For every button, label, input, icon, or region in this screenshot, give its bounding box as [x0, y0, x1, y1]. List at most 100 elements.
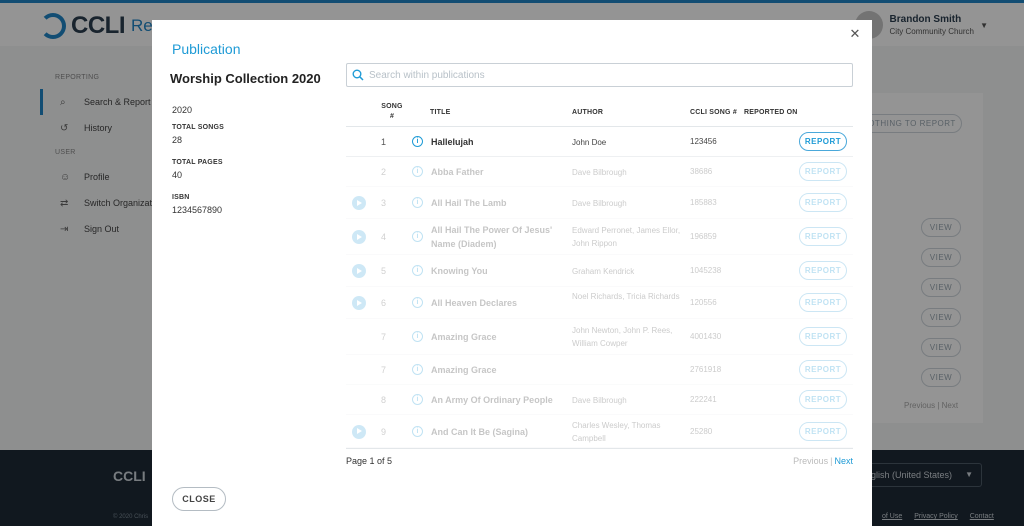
pager-divider	[346, 448, 853, 449]
page-info: Page 1 of 5	[346, 456, 393, 466]
report-button[interactable]: REPORT	[799, 293, 847, 312]
ccli-song-number: 4001430	[690, 332, 722, 341]
song-author: Dave Bilbrough	[572, 199, 627, 208]
song-title: All Hail The Lamb	[431, 198, 507, 208]
song-number: 2	[381, 167, 387, 177]
info-icon[interactable]: i	[412, 166, 423, 177]
song-number: 8	[381, 395, 387, 405]
info-icon[interactable]: i	[412, 265, 423, 276]
table-row: 1 i Hallelujah John Doe 123456 REPORT	[346, 127, 853, 157]
report-button[interactable]: REPORT	[799, 327, 847, 346]
table-row: 6 i All Heaven Declares Noel Richards, Tric…	[346, 287, 853, 319]
info-icon[interactable]: i	[412, 136, 423, 147]
ccli-song-number: 120556	[690, 298, 717, 307]
total-songs: TOTAL SONGS 28	[172, 124, 312, 145]
info-icon[interactable]: i	[412, 297, 423, 308]
info-icon[interactable]: i	[412, 364, 423, 375]
column-header-author: AUTHOR	[572, 109, 604, 116]
column-header-song-num: SONG #	[381, 103, 403, 120]
song-author: Graham Kendrick	[572, 267, 635, 276]
info-icon[interactable]: i	[412, 231, 423, 242]
isbn-label: ISBN	[172, 194, 190, 201]
search-box	[346, 63, 853, 87]
total-pages: TOTAL PAGES 40	[172, 159, 312, 180]
ccli-song-number: 25280	[690, 426, 713, 436]
play-icon[interactable]	[352, 230, 366, 244]
song-author: Noel Richards, Tricia Richards	[572, 292, 680, 301]
publication-year: 2020	[172, 101, 312, 115]
total-songs-value: 28	[172, 135, 183, 145]
song-number: 7	[381, 332, 387, 342]
song-author: John Newton, John P. Rees, William Cowpe…	[572, 326, 673, 348]
ccli-song-number: 222241	[690, 395, 717, 404]
total-songs-label: TOTAL SONGS	[172, 124, 224, 131]
song-title: Knowing You	[431, 266, 488, 276]
year-value: 2020	[172, 105, 193, 115]
table-row: 5 i Knowing You Graham Kendrick 1045238 REPOR…	[346, 255, 853, 287]
pager-separator: |	[830, 456, 833, 466]
play-icon[interactable]	[352, 296, 366, 310]
ccli-song-number: 196859	[690, 232, 717, 241]
report-button[interactable]: REPORT	[799, 390, 847, 409]
ccli-song-number: 185883	[690, 198, 717, 207]
report-button[interactable]: REPORT	[799, 162, 847, 181]
search-icon	[352, 69, 364, 81]
song-author: Charles Wesley, Thomas Campbell	[572, 420, 661, 443]
play-icon[interactable]	[352, 424, 366, 439]
song-number: 7	[381, 365, 387, 375]
publication-name: Worship Collection 2020	[170, 71, 321, 86]
previous-link[interactable]: Previous	[793, 456, 828, 466]
song-author: Edward Perronet, James Ellor, John Rippo…	[572, 226, 681, 248]
pager: Previous | Next	[793, 456, 853, 466]
isbn-value: 1234567890	[172, 205, 223, 215]
column-header-title: TITLE	[430, 109, 451, 116]
song-title: An Army Of Ordinary People	[431, 395, 553, 405]
ccli-song-number: 123456	[690, 137, 717, 146]
modal-title: Publication	[172, 41, 241, 57]
report-button[interactable]: REPORT	[799, 261, 847, 280]
song-title: All Hail The Power Of Jesus' Name (Diade…	[431, 225, 553, 249]
play-icon[interactable]	[352, 196, 366, 210]
table-row: 7 i Amazing Grace John Newton, John P. Rees…	[346, 319, 853, 355]
report-button[interactable]: REPORT	[799, 227, 847, 246]
isbn: ISBN 1234567890	[172, 194, 312, 215]
song-title: And Can It Be (Sagina)	[431, 426, 529, 437]
table-row: 8 i An Army Of Ordinary People Dave Bilbrou…	[346, 385, 853, 415]
ccli-song-number: 1045238	[690, 266, 722, 275]
info-icon[interactable]: i	[412, 425, 423, 437]
song-number: 1	[381, 137, 387, 147]
close-button[interactable]: CLOSE	[172, 487, 226, 511]
info-icon[interactable]: i	[412, 331, 423, 342]
info-icon[interactable]: i	[412, 394, 423, 405]
song-title: Amazing Grace	[431, 332, 497, 342]
table-row: 4 i All Hail The Power Of Jesus' Name (Dia…	[346, 219, 853, 255]
report-button[interactable]: REPORT	[799, 421, 847, 441]
song-title: All Heaven Declares	[431, 298, 518, 308]
table-row: 2 i Abba Father Dave Bilbrough 38686 REPORT	[346, 157, 853, 187]
report-button[interactable]: REPORT	[799, 132, 847, 151]
song-author: Dave Bilbrough	[572, 396, 627, 405]
ccli-song-number: 38686	[690, 167, 713, 176]
song-number: 9	[381, 426, 387, 437]
publication-modal: Publication ✕ Worship Collection 2020 20…	[152, 20, 872, 526]
column-header-ccli: CCLI SONG #	[690, 109, 737, 116]
close-icon[interactable]: ✕	[848, 27, 862, 41]
song-author: Dave Bilbrough	[572, 168, 627, 177]
song-author: John Doe	[572, 138, 607, 147]
song-number: 4	[381, 232, 387, 242]
song-title: Hallelujah	[431, 137, 474, 147]
song-title: Amazing Grace	[431, 365, 497, 375]
search-input[interactable]	[369, 67, 844, 84]
report-button[interactable]: REPORT	[799, 193, 847, 212]
table-row: 3 i All Hail The Lamb Dave Bilbrough 185883 R…	[346, 187, 853, 219]
next-link[interactable]: Next	[834, 456, 853, 466]
total-pages-label: TOTAL PAGES	[172, 159, 223, 166]
info-icon[interactable]: i	[412, 197, 423, 208]
table-row: 7 i Amazing Grace 2761918 REPORT	[346, 355, 853, 385]
play-icon[interactable]	[352, 264, 366, 278]
report-button[interactable]: REPORT	[799, 360, 847, 379]
table-row: 9 i And Can It Be (Sagina) Charles Wesley, …	[346, 415, 853, 448]
song-number: 3	[381, 198, 387, 208]
total-pages-value: 40	[172, 170, 183, 180]
column-header-reported-on: REPORTED ON	[744, 109, 798, 116]
